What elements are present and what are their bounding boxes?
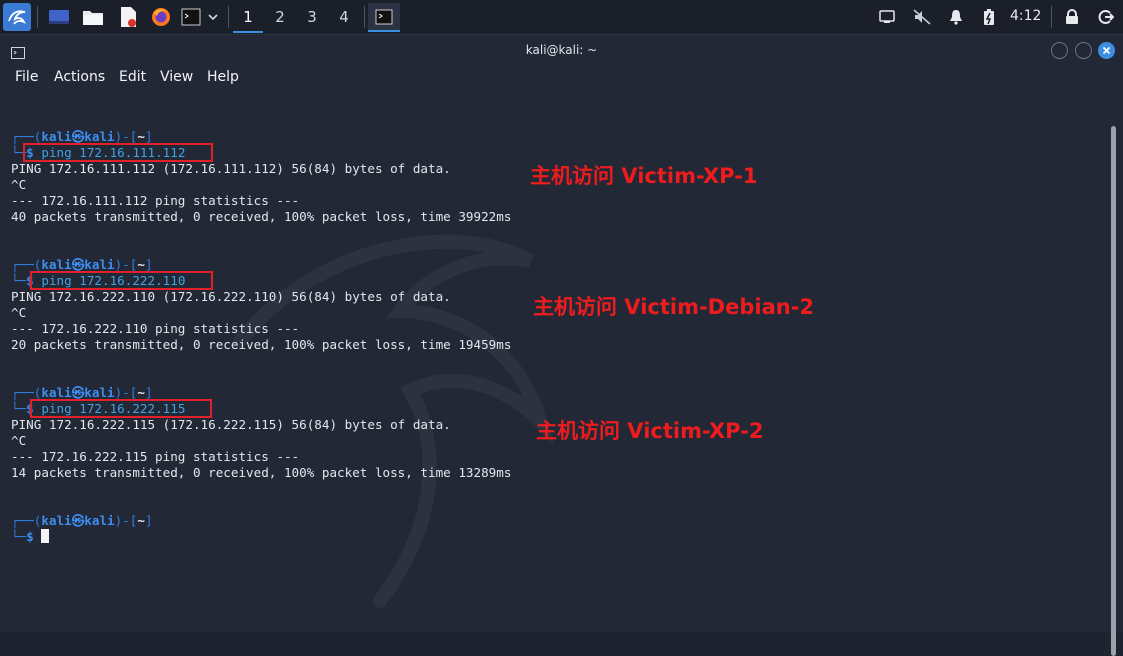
file-manager-button[interactable]: [80, 5, 106, 29]
terminal-icon: [375, 9, 393, 24]
workspace-3[interactable]: 3: [297, 3, 327, 31]
interrupt-line: ^C: [11, 305, 27, 320]
window-title: kali@kali: ~: [525, 43, 598, 57]
kali-dragon-watermark: [233, 234, 555, 608]
stats-title: --- 172.16.111.112 ping statistics ---: [11, 193, 300, 208]
ping-header: PING 172.16.222.115 (172.16.222.115) 56(…: [11, 417, 451, 432]
prompt-at: ㉿: [71, 257, 85, 272]
taskbar-separator: [1051, 6, 1052, 28]
text-editor-icon: [121, 7, 136, 27]
prompt-line: ┌──(kali㉿kali)-[~]: [11, 513, 153, 528]
prompt-host: kali: [84, 257, 115, 272]
prompt-user: kali: [41, 385, 72, 400]
prompt-user: kali: [41, 129, 72, 144]
battery-charging-icon[interactable]: [979, 5, 999, 29]
task-terminal-window[interactable]: [368, 3, 400, 32]
prompt-user: kali: [41, 257, 72, 272]
minimize-button[interactable]: [1051, 42, 1068, 59]
prompt-at: ㉿: [71, 129, 85, 144]
command-line[interactable]: └─$: [11, 529, 50, 545]
maximize-button[interactable]: [1075, 42, 1092, 59]
prompt-dir: ~: [137, 385, 145, 400]
network-icon[interactable]: [876, 5, 898, 29]
chevron-down-icon[interactable]: [205, 5, 221, 29]
menu-edit[interactable]: Edit: [119, 69, 146, 85]
menu-bar: File Actions Edit View Help: [0, 66, 1123, 90]
highlight-box: [30, 399, 212, 418]
menu-actions[interactable]: Actions: [54, 69, 105, 85]
terminal-icon: [181, 8, 201, 26]
scrollbar[interactable]: [1111, 126, 1116, 656]
stats-title: --- 172.16.222.110 ping statistics ---: [11, 321, 300, 336]
interrupt-line: ^C: [11, 177, 27, 192]
prompt-host: kali: [84, 385, 115, 400]
prompt-at: ㉿: [71, 385, 85, 400]
stats-line: 14 packets transmitted, 0 received, 100%…: [11, 465, 512, 480]
menu-help[interactable]: Help: [207, 69, 239, 85]
text-cursor: [41, 529, 50, 543]
prompt-dir: ~: [137, 129, 145, 144]
prompt-host: kali: [84, 129, 115, 144]
terminal-window: kali@kali: ~ File Actions Edit View Help…: [0, 35, 1123, 656]
taskbar: 1 2 3 4 4:12: [0, 0, 1123, 35]
show-desktop-button[interactable]: [46, 5, 72, 29]
lock-icon[interactable]: [1061, 5, 1083, 29]
workspace-1[interactable]: 1: [233, 3, 263, 33]
close-icon: [1102, 46, 1111, 55]
highlight-box: [30, 271, 213, 290]
desktop-icon: [49, 10, 69, 24]
stats-line: 40 packets transmitted, 0 received, 100%…: [11, 209, 512, 224]
annotation-label: 主机访问 Victim-XP-2: [536, 419, 764, 443]
prompt-dir: ~: [137, 257, 145, 272]
prompt-dir: ~: [137, 513, 145, 528]
terminal-output[interactable]: ┌──(kali㉿kali)-[~] └─$ ping 172.16.111.1…: [0, 91, 1108, 632]
logout-icon[interactable]: [1095, 5, 1117, 29]
clock[interactable]: 4:12: [1010, 8, 1041, 24]
kali-dragon-icon: [8, 10, 27, 25]
taskbar-separator: [37, 6, 38, 28]
terminal-launcher-button[interactable]: [180, 5, 202, 29]
close-button[interactable]: [1098, 42, 1115, 59]
annotation-label: 主机访问 Victim-Debian-2: [533, 295, 815, 319]
workspace-4[interactable]: 4: [329, 3, 359, 31]
prompt-host: kali: [84, 513, 115, 528]
stats-title: --- 172.16.222.115 ping statistics ---: [11, 449, 300, 464]
taskbar-separator: [364, 6, 365, 28]
highlight-box: [23, 143, 213, 162]
workspace-2[interactable]: 2: [265, 3, 295, 31]
notification-bell-icon[interactable]: [945, 5, 967, 29]
title-bar[interactable]: kali@kali: ~: [0, 35, 1123, 66]
text-editor-button[interactable]: [115, 5, 141, 29]
stats-line: 20 packets transmitted, 0 received, 100%…: [11, 337, 512, 352]
folder-icon: [83, 11, 103, 25]
interrupt-line: ^C: [11, 433, 27, 448]
taskbar-separator: [228, 6, 229, 28]
firefox-icon: [152, 8, 170, 26]
ping-header: PING 172.16.222.110 (172.16.222.110) 56(…: [11, 289, 451, 304]
annotation-label: 主机访问 Victim-XP-1: [530, 164, 758, 188]
prompt-at: ㉿: [71, 513, 85, 528]
menu-file[interactable]: File: [15, 69, 38, 85]
prompt-user: kali: [41, 513, 72, 528]
firefox-button[interactable]: [148, 5, 174, 29]
kali-menu-button[interactable]: [3, 3, 31, 31]
menu-view[interactable]: View: [160, 69, 193, 85]
volume-muted-icon[interactable]: [911, 5, 933, 29]
ping-header: PING 172.16.111.112 (172.16.111.112) 56(…: [11, 161, 451, 176]
